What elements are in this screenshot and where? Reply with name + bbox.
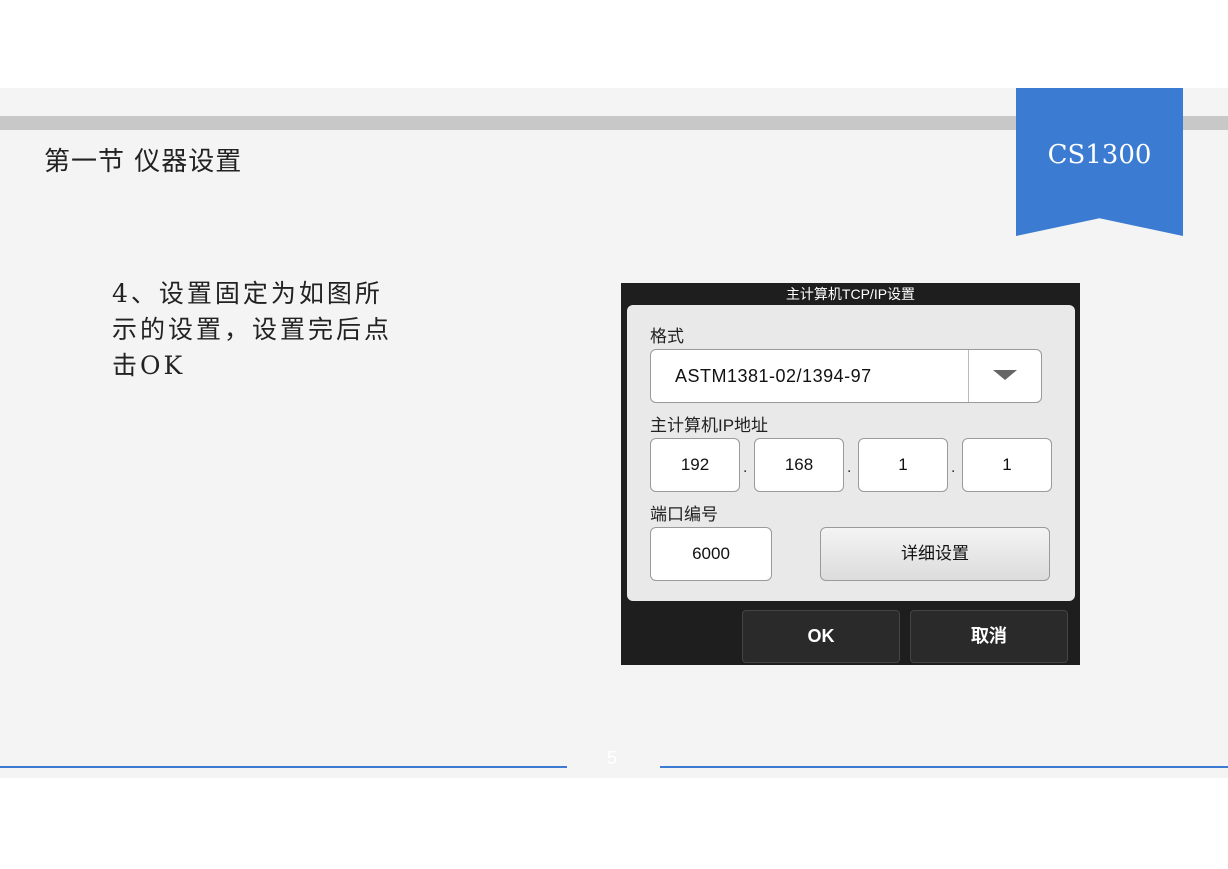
ip-octet-value: 1 bbox=[1002, 455, 1012, 474]
dialog-panel: 格式 ASTM1381-02/1394-97 主计算机IP地址 192 . 16… bbox=[627, 305, 1075, 601]
ip-octet-1-field[interactable]: 192 bbox=[650, 438, 740, 492]
instruction-line: 4、设置固定为如图所 bbox=[112, 279, 383, 308]
detail-settings-button[interactable]: 详细设置 bbox=[820, 527, 1050, 581]
cancel-button[interactable]: 取消 bbox=[910, 610, 1068, 663]
product-badge: CS1300 bbox=[1016, 88, 1183, 236]
footer-divider bbox=[0, 766, 567, 768]
ip-octet-value: 1 bbox=[898, 455, 908, 474]
page-number: 5 bbox=[606, 748, 617, 768]
footer-divider bbox=[660, 766, 1228, 768]
format-select[interactable]: ASTM1381-02/1394-97 bbox=[650, 349, 1042, 403]
format-value: ASTM1381-02/1394-97 bbox=[675, 366, 872, 386]
instruction-text: 4、设置固定为如图所 示的设置，设置完后点 击OK bbox=[112, 276, 432, 384]
ip-address-label: 主计算机IP地址 bbox=[650, 416, 769, 435]
dialog-title: 主计算机TCP/IP设置 bbox=[785, 286, 916, 302]
dropdown-button[interactable] bbox=[968, 350, 1041, 402]
ok-button[interactable]: OK bbox=[742, 610, 900, 663]
section-title: 第一节 仪器设置 bbox=[44, 147, 243, 177]
ip-separator: . bbox=[743, 459, 748, 476]
port-label: 端口编号 bbox=[650, 505, 718, 524]
format-label: 格式 bbox=[650, 327, 684, 346]
ip-octet-3-field[interactable]: 1 bbox=[858, 438, 948, 492]
ip-octet-4-field[interactable]: 1 bbox=[962, 438, 1052, 492]
instruction-line: 示的设置，设置完后点 bbox=[112, 315, 393, 344]
ip-separator: . bbox=[847, 459, 852, 476]
instruction-line: 击OK bbox=[112, 351, 186, 380]
port-value: 6000 bbox=[692, 544, 730, 563]
chevron-down-icon bbox=[993, 370, 1017, 380]
tcpip-settings-dialog: 主计算机TCP/IP设置 格式 ASTM1381-02/1394-97 主计算机… bbox=[621, 283, 1080, 665]
ip-octet-2-field[interactable]: 168 bbox=[754, 438, 844, 492]
port-field[interactable]: 6000 bbox=[650, 527, 772, 581]
ip-octet-value: 168 bbox=[784, 455, 814, 474]
ip-separator: . bbox=[951, 459, 956, 476]
ip-octet-value: 192 bbox=[680, 455, 710, 474]
badge-label: CS1300 bbox=[1047, 140, 1152, 170]
